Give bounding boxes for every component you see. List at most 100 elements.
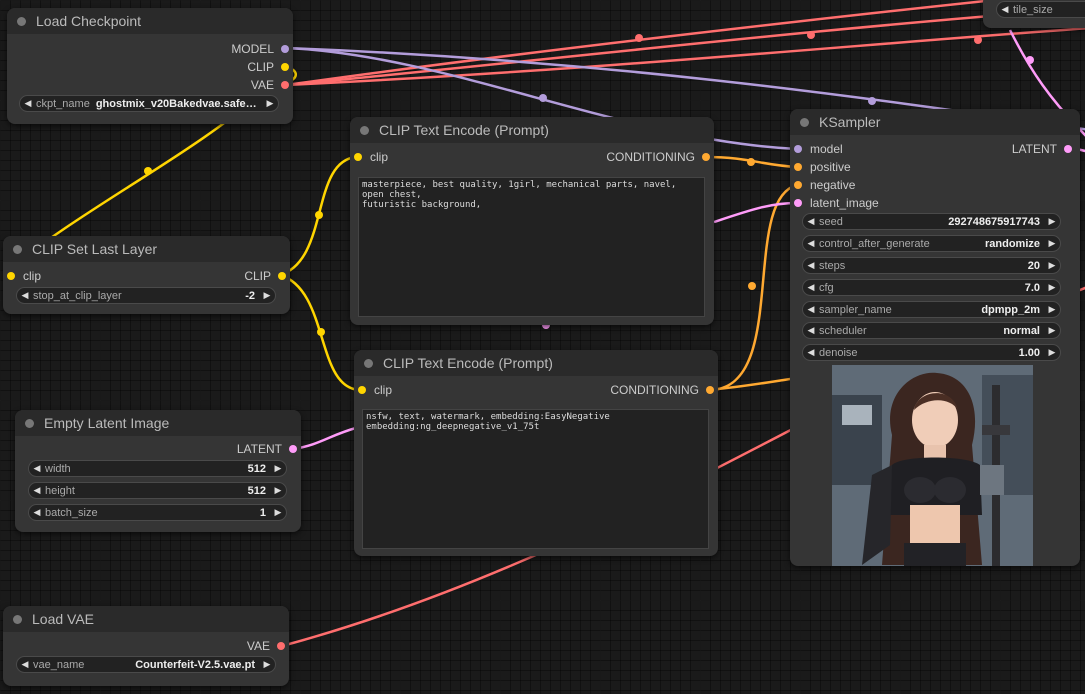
clip-text-encode-negative-node[interactable]: CLIP Text Encode (Prompt) clip CONDITION… (354, 350, 718, 556)
scheduler-combo[interactable]: ◀ scheduler normal ▶ (802, 322, 1061, 339)
right-arrow-icon[interactable]: ▶ (1044, 304, 1060, 315)
slot-dot-icon[interactable] (281, 63, 289, 71)
input-positive[interactable]: positive (794, 160, 851, 174)
slot-dot-icon[interactable] (706, 386, 714, 394)
output-latent[interactable]: LATENT (237, 442, 297, 456)
left-arrow-icon[interactable]: ◀ (803, 325, 819, 336)
left-arrow-icon[interactable]: ◀ (803, 347, 819, 358)
left-arrow-icon[interactable]: ◀ (803, 282, 819, 293)
right-arrow-icon[interactable]: ▶ (1044, 216, 1060, 227)
collapse-dot-icon[interactable] (13, 614, 22, 624)
left-arrow-icon[interactable]: ◀ (803, 216, 819, 227)
left-arrow-icon[interactable]: ◀ (803, 238, 819, 249)
right-arrow-icon[interactable]: ▶ (270, 485, 286, 496)
vae-name-combo[interactable]: ◀ vae_name Counterfeit-V2.5.vae.pt ▶ (16, 656, 276, 673)
collapse-dot-icon[interactable] (800, 117, 809, 127)
output-vae[interactable]: VAE (247, 639, 285, 653)
sampler-name-combo[interactable]: ◀ sampler_name dpmpp_2m ▶ (802, 301, 1061, 318)
left-arrow-icon[interactable]: ◀ (20, 98, 36, 109)
input-clip[interactable]: clip (358, 383, 392, 397)
left-arrow-icon[interactable]: ◀ (803, 304, 819, 315)
width-number[interactable]: ◀ width 512 ▶ (28, 460, 287, 477)
output-vae[interactable]: VAE (251, 78, 289, 92)
left-arrow-icon[interactable]: ◀ (29, 463, 45, 474)
denoise-number[interactable]: ◀ denoise 1.00 ▶ (802, 344, 1061, 361)
right-arrow-icon[interactable]: ▶ (1044, 325, 1060, 336)
clip-set-last-layer-node[interactable]: CLIP Set Last Layer clip CLIP ◀ stop_at_… (3, 236, 290, 314)
slot-dot-icon[interactable] (358, 386, 366, 394)
slot-dot-icon[interactable] (354, 153, 362, 161)
tile-size-number[interactable]: ◀ tile_size (996, 1, 1085, 18)
batch-size-number[interactable]: ◀ batch_size 1 ▶ (28, 504, 287, 521)
ksampler-node[interactable]: KSampler model LATENT positive negative … (790, 109, 1080, 566)
load-checkpoint-node[interactable]: Load Checkpoint MODEL CLIP VAE ◀ ckpt_na… (7, 8, 293, 124)
slot-dot-icon[interactable] (289, 445, 297, 453)
preview-image[interactable] (832, 365, 1033, 566)
left-arrow-icon[interactable]: ◀ (17, 659, 33, 670)
cfg-number[interactable]: ◀ cfg 7.0 ▶ (802, 279, 1061, 296)
ckpt-name-combo[interactable]: ◀ ckpt_name ghostmix_v20Bakedvae.safe… ▶ (19, 95, 279, 112)
offscreen-node[interactable]: ◀ tile_size (983, 0, 1085, 28)
output-model[interactable]: MODEL (231, 42, 289, 56)
clip-text-encode-positive-node[interactable]: CLIP Text Encode (Prompt) clip CONDITION… (350, 117, 714, 325)
node-title-bar[interactable]: KSampler (790, 109, 1080, 135)
node-title-bar[interactable]: CLIP Text Encode (Prompt) (350, 117, 714, 143)
node-title-bar[interactable]: CLIP Set Last Layer (3, 236, 290, 262)
left-arrow-icon[interactable]: ◀ (803, 260, 819, 271)
slot-dot-icon[interactable] (794, 145, 802, 153)
node-title-bar[interactable]: Load Checkpoint (7, 8, 293, 34)
left-arrow-icon[interactable]: ◀ (997, 4, 1013, 15)
collapse-dot-icon[interactable] (364, 358, 373, 368)
right-arrow-icon[interactable]: ▶ (1044, 347, 1060, 358)
right-arrow-icon[interactable]: ▶ (259, 290, 275, 301)
input-latent-image[interactable]: latent_image (794, 196, 879, 210)
output-clip[interactable]: CLIP (244, 269, 286, 283)
node-title-bar[interactable]: Empty Latent Image (15, 410, 301, 436)
seed-number[interactable]: ◀ seed 292748675917743 ▶ (802, 213, 1061, 230)
right-arrow-icon[interactable]: ▶ (1044, 238, 1060, 249)
right-arrow-icon[interactable]: ▶ (1044, 282, 1060, 293)
right-arrow-icon[interactable]: ▶ (262, 98, 278, 109)
output-latent[interactable]: LATENT (1012, 142, 1072, 156)
right-arrow-icon[interactable]: ▶ (259, 659, 275, 670)
steps-number[interactable]: ◀ steps 20 ▶ (802, 257, 1061, 274)
collapse-dot-icon[interactable] (360, 125, 369, 135)
load-vae-node[interactable]: Load VAE VAE ◀ vae_name Counterfeit-V2.5… (3, 606, 289, 686)
output-conditioning[interactable]: CONDITIONING (610, 383, 714, 397)
collapse-dot-icon[interactable] (17, 16, 26, 26)
slot-dot-icon[interactable] (794, 181, 802, 189)
left-arrow-icon[interactable]: ◀ (17, 290, 33, 301)
right-arrow-icon[interactable]: ▶ (270, 463, 286, 474)
slot-dot-icon[interactable] (702, 153, 710, 161)
preview-illustration (832, 365, 1033, 566)
control-after-generate-combo[interactable]: ◀ control_after_generate randomize ▶ (802, 235, 1061, 252)
slot-dot-icon[interactable] (794, 163, 802, 171)
slot-dot-icon[interactable] (277, 642, 285, 650)
collapse-dot-icon[interactable] (13, 244, 22, 254)
slot-dot-icon[interactable] (794, 199, 802, 207)
prompt-textarea[interactable]: nsfw, text, watermark, embedding:EasyNeg… (362, 409, 709, 549)
input-model[interactable]: model (794, 142, 843, 156)
input-clip[interactable]: clip (354, 150, 388, 164)
prompt-textarea[interactable]: masterpiece, best quality, 1girl, mechan… (358, 177, 705, 317)
right-arrow-icon[interactable]: ▶ (1044, 260, 1060, 271)
slot-dot-icon[interactable] (1064, 145, 1072, 153)
input-negative[interactable]: negative (794, 178, 855, 192)
slot-dot-icon[interactable] (281, 45, 289, 53)
collapse-dot-icon[interactable] (25, 418, 34, 428)
left-arrow-icon[interactable]: ◀ (29, 507, 45, 518)
left-arrow-icon[interactable]: ◀ (29, 485, 45, 496)
stop-at-clip-layer-number[interactable]: ◀ stop_at_clip_layer -2 ▶ (16, 287, 276, 304)
output-conditioning[interactable]: CONDITIONING (606, 150, 710, 164)
height-number[interactable]: ◀ height 512 ▶ (28, 482, 287, 499)
right-arrow-icon[interactable]: ▶ (270, 507, 286, 518)
empty-latent-image-node[interactable]: Empty Latent Image LATENT ◀ width 512 ▶ … (15, 410, 301, 532)
widget-label: control_after_generate (819, 237, 930, 250)
node-title-bar[interactable]: Load VAE (3, 606, 289, 632)
slot-dot-icon[interactable] (7, 272, 15, 280)
input-clip[interactable]: clip (7, 269, 41, 283)
slot-dot-icon[interactable] (278, 272, 286, 280)
slot-dot-icon[interactable] (281, 81, 289, 89)
output-clip[interactable]: CLIP (247, 60, 289, 74)
node-title-bar[interactable]: CLIP Text Encode (Prompt) (354, 350, 718, 376)
